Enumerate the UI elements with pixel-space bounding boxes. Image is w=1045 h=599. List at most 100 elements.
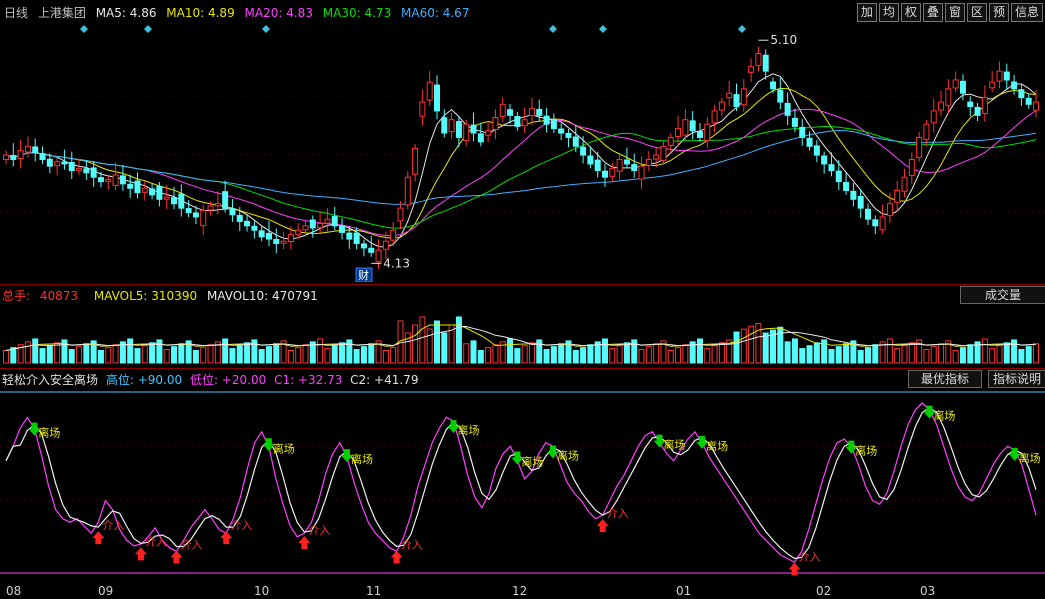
volume-bar <box>412 324 419 364</box>
pane-divider <box>0 284 1045 285</box>
exit-label: 离场 <box>664 438 686 452</box>
candle <box>200 209 207 227</box>
volume-bar <box>200 347 207 364</box>
candle <box>696 130 703 138</box>
volume-bar <box>616 345 623 364</box>
volume-bar <box>127 338 134 364</box>
candle <box>660 145 667 161</box>
best-indicator-button[interactable]: 最优指标 <box>908 370 982 388</box>
volume-bar <box>791 338 798 364</box>
enter-arrow-icon <box>134 547 147 561</box>
candle <box>981 97 988 115</box>
event-diamond-icon[interactable] <box>599 25 607 33</box>
enter-arrow-icon <box>298 535 311 549</box>
volume-bar <box>54 342 61 364</box>
volume-chart[interactable] <box>0 303 1045 365</box>
event-diamond-icon[interactable] <box>144 25 152 33</box>
volume-bar <box>799 348 806 364</box>
volume-bar <box>901 345 908 364</box>
volume-bar <box>39 348 46 364</box>
candle <box>192 212 199 218</box>
candle <box>894 189 901 203</box>
volume-bar <box>46 345 53 364</box>
ma20-label: MA20: 4.83 <box>244 6 313 20</box>
enter-arrow-icon <box>390 550 403 564</box>
event-diamond-icon[interactable] <box>549 25 557 33</box>
candle <box>784 102 791 116</box>
candle <box>353 232 360 244</box>
exit-label: 离场 <box>38 426 60 440</box>
price-chart[interactable]: 5.10 4.13 财 <box>0 20 1045 282</box>
volume-bar <box>265 346 272 364</box>
indicator-c2: C2: +41.79 <box>350 373 419 387</box>
volume-bar <box>222 338 229 364</box>
candle <box>404 176 411 206</box>
candle <box>777 89 784 103</box>
candle <box>1018 89 1025 99</box>
month-label: 12 <box>512 584 528 598</box>
candle <box>339 225 346 233</box>
volume-bar <box>192 350 199 364</box>
volume-bar <box>324 348 331 364</box>
volume-bar <box>711 345 718 364</box>
enter-label: 介入 <box>102 519 124 532</box>
event-diamond-icon[interactable] <box>738 25 746 33</box>
candle <box>587 155 594 165</box>
candle <box>485 130 492 136</box>
volume-bar <box>675 347 682 364</box>
volume-bar <box>908 342 915 364</box>
candle <box>682 119 689 136</box>
volume-bar <box>528 342 535 364</box>
candle <box>923 123 930 140</box>
volume-bar <box>572 350 579 364</box>
candle <box>748 66 755 73</box>
volume-bar <box>514 348 521 364</box>
candle <box>448 119 455 133</box>
ma10-line <box>5 87 1037 239</box>
candle <box>718 101 725 111</box>
candle <box>996 70 1003 82</box>
volume-bar <box>134 348 141 364</box>
volume-bar <box>178 343 185 364</box>
candle <box>740 88 747 106</box>
enter-label: 介入 <box>308 524 330 537</box>
volume-bar <box>623 342 630 364</box>
volume-indicator-select[interactable]: 成交量 <box>960 286 1045 304</box>
enter-arrow-icon <box>220 531 233 545</box>
candle <box>76 167 83 171</box>
volume-bar <box>317 338 324 364</box>
volume-bar <box>667 350 674 364</box>
month-label: 03 <box>920 584 936 598</box>
event-badge[interactable]: 财 <box>355 267 373 282</box>
candle <box>1025 97 1032 105</box>
candle <box>558 128 565 134</box>
mavol5-label: MAVOL5: 310390 <box>93 289 198 303</box>
indicator-name: 轻松介入安全离场 <box>2 373 99 387</box>
candle <box>864 208 871 220</box>
candle <box>543 115 550 125</box>
volume-bar <box>331 345 338 364</box>
indicator-chart[interactable]: 离场介入介入 介入介入离场介入离场介入离场离场 离场介入离场 离场介入离场离场离场 <box>0 387 1045 583</box>
event-diamond-icon[interactable] <box>80 25 88 33</box>
candle <box>295 229 302 235</box>
volume-bar <box>806 345 813 364</box>
candle <box>317 223 324 229</box>
enter-label: 介入 <box>401 538 423 551</box>
volume-bar <box>76 346 83 364</box>
candle <box>46 158 53 167</box>
event-diamond-icon[interactable] <box>262 25 270 33</box>
candle <box>324 218 331 224</box>
volume-total-label: 总手: <box>2 289 34 303</box>
enter-label: 介入 <box>230 519 252 532</box>
candle <box>806 137 813 147</box>
candle <box>331 216 338 227</box>
ma30-label: MA30: 4.73 <box>322 6 392 20</box>
ma5-label: MA5: 4.86 <box>95 6 157 20</box>
exit-label: 离场 <box>1019 451 1041 465</box>
indicator-help-button[interactable]: 指标说明 <box>988 370 1045 388</box>
candle <box>733 94 740 107</box>
candle <box>112 174 119 186</box>
candle <box>61 161 68 165</box>
candle <box>507 109 514 116</box>
candle <box>711 110 718 124</box>
